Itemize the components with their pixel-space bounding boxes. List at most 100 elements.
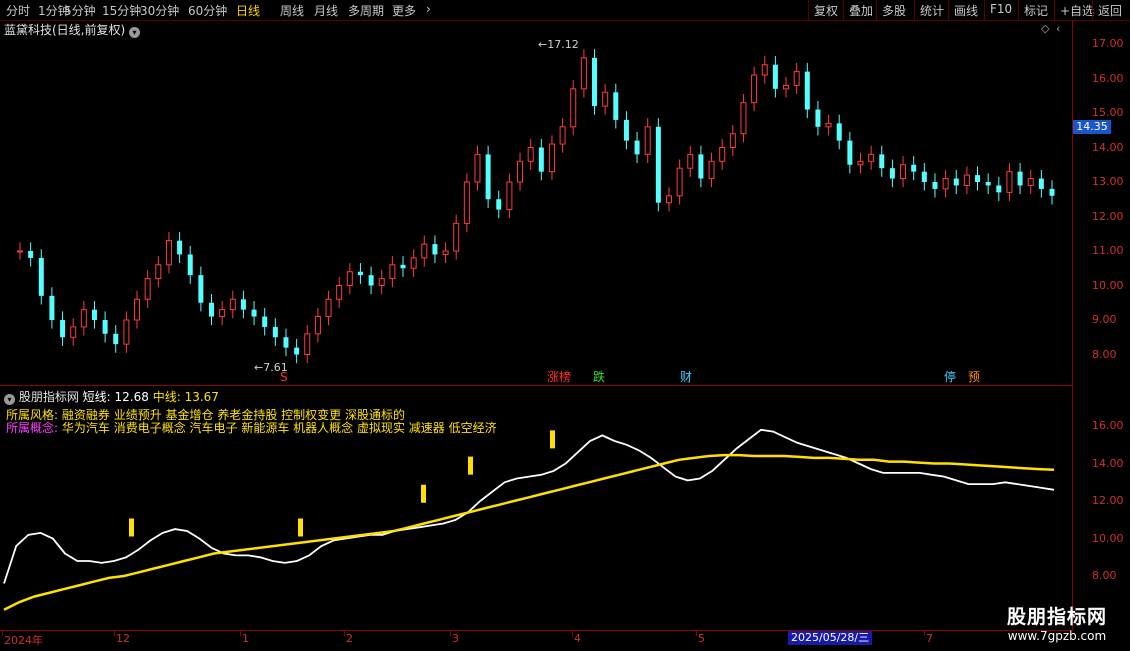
candle-body[interactable] [634,140,640,155]
candle-body[interactable] [538,147,544,172]
candle-body[interactable] [378,278,385,287]
candle-body[interactable] [921,171,927,182]
candle-body[interactable] [421,243,428,259]
candle-body[interactable] [793,71,800,86]
candle-body[interactable] [432,244,438,255]
candle-body[interactable] [676,167,683,197]
event-marker[interactable]: 预 [966,370,982,384]
candle-body[interactable] [644,126,651,155]
candle-body[interactable] [879,154,885,169]
candle-body[interactable] [963,174,970,186]
candle-body[interactable] [240,299,246,310]
candle-body[interactable] [70,326,77,338]
candle-body[interactable] [836,123,842,141]
candle-body[interactable] [942,178,949,190]
candle-body[interactable] [155,264,162,280]
event-marker[interactable]: S [278,370,290,384]
candle-body[interactable] [985,182,991,186]
candle-body[interactable] [868,153,875,162]
event-marker[interactable]: 跌 [591,370,607,384]
candle-body[interactable] [911,164,917,172]
event-marker[interactable]: 停 [942,370,958,384]
candle-body[interactable] [900,164,907,180]
candle-body[interactable] [815,109,821,127]
candle-body[interactable] [1049,188,1055,196]
candle-body[interactable] [698,154,704,179]
candle-body[interactable] [708,160,715,180]
candle-body[interactable] [548,143,555,173]
candle-body[interactable] [592,57,598,107]
candle-body[interactable] [996,185,1002,193]
candle-body[interactable] [740,102,747,135]
candle-body[interactable] [1027,178,1034,186]
candle-body[interactable] [134,298,141,321]
candle-body[interactable] [847,140,853,165]
candle-body[interactable] [251,309,257,317]
candle-body[interactable] [314,316,321,335]
candle-body[interactable] [602,91,609,107]
candle-body[interactable] [357,271,363,276]
candle-body[interactable] [623,119,629,141]
candle-body[interactable] [463,181,470,224]
candle-body[interactable] [38,257,44,296]
candle-body[interactable] [144,278,151,300]
candle-body[interactable] [229,298,236,311]
candle-body[interactable] [102,320,108,334]
candle-body[interactable] [496,199,502,210]
candle-body[interactable] [751,74,758,104]
candle-body[interactable] [889,168,895,179]
candle-body[interactable] [729,133,736,148]
candle-body[interactable] [485,154,491,200]
candle-body[interactable] [389,264,396,280]
candle-body[interactable] [219,309,226,318]
candle-body[interactable] [1038,178,1044,189]
candle-body[interactable] [857,160,864,166]
candle-body[interactable] [442,250,449,255]
candle-body[interactable] [953,178,959,186]
candle-body[interactable] [1006,171,1013,193]
candle-body[interactable] [453,222,460,252]
candle-body[interactable] [804,71,810,110]
candle-body[interactable] [91,309,97,320]
candle-body[interactable] [975,175,981,182]
candle-body[interactable] [772,64,778,89]
candle-body[interactable] [570,88,577,128]
candle-body[interactable] [304,333,311,355]
candle-body[interactable] [294,347,300,355]
candle-body[interactable] [527,147,534,162]
candle-body[interactable] [60,320,66,338]
candle-body[interactable] [165,240,172,266]
candle-body[interactable] [474,153,481,183]
candle-body[interactable] [198,275,204,303]
candle-body[interactable] [325,298,332,318]
candle-body[interactable] [761,64,768,76]
candle-body[interactable] [209,302,215,317]
candle-body[interactable] [17,250,23,253]
candle-body[interactable] [336,285,343,300]
candle-body[interactable] [123,319,130,345]
chevron-down-icon[interactable]: ▾ [4,394,15,405]
candle-body[interactable] [932,182,938,189]
event-marker[interactable]: 财 [678,370,694,384]
candle-body[interactable] [613,92,619,120]
candle-body[interactable] [272,326,278,338]
candle-body[interactable] [400,264,406,269]
candle-body[interactable] [49,295,55,320]
candle-body[interactable] [283,337,289,348]
candle-body[interactable] [28,251,34,258]
candle-body[interactable] [719,147,726,162]
candle-body[interactable] [506,181,513,211]
candle-body[interactable] [825,122,832,128]
candle-body[interactable] [177,240,183,255]
candle-body[interactable] [80,309,87,328]
candle-body[interactable] [665,195,672,204]
candle-body[interactable] [517,160,524,183]
event-marker[interactable]: 涨榜 [545,370,573,384]
candle-body[interactable] [187,254,193,276]
candle-body[interactable] [655,126,661,203]
candle-body[interactable] [580,57,587,90]
candle-body[interactable] [346,271,353,287]
candle-body[interactable] [262,316,268,327]
kline-chart[interactable] [0,0,1130,650]
candle-body[interactable] [368,275,374,286]
